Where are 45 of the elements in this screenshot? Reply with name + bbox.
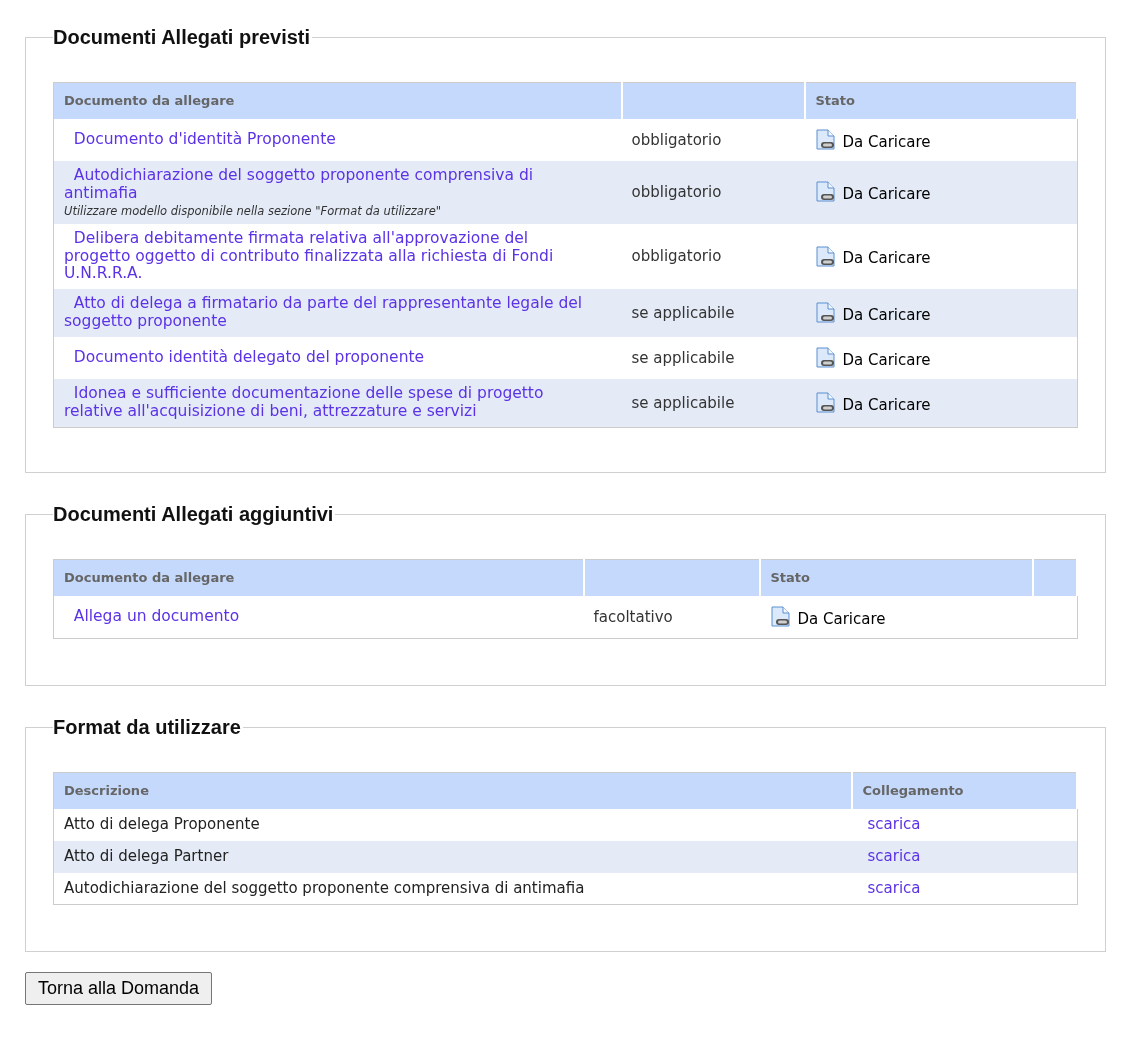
format-description: Atto di delega Proponente — [64, 815, 260, 834]
requirement-text: obbligatorio — [631, 130, 722, 149]
status-text: Da Caricare — [842, 184, 931, 206]
requirement-text: se applicabile — [631, 303, 735, 322]
document-link[interactable]: Delibera debitamente firmata relativa all'approvazione del progetto oggetto di contributo finalizzata alla richiesta di Fondi U.N.R.R.A. — [64, 229, 598, 284]
download-link[interactable]: scarica — [867, 879, 921, 898]
column-header: Stato — [804, 82, 1077, 119]
column-header: Documento da allegare — [53, 82, 622, 119]
attachment-icon — [814, 392, 837, 415]
attachment-icon — [769, 605, 792, 628]
attachment-icon — [814, 181, 837, 204]
status-text: Da Caricare — [842, 394, 931, 416]
column-header: Documento da allegare — [53, 559, 584, 596]
format-description: Autodichiarazione del soggetto proponente comprensiva di antimafia — [64, 879, 585, 898]
column-header: Descrizione — [53, 772, 852, 809]
document-link[interactable]: Documento d'identità Proponente — [64, 130, 598, 149]
status-text: Da Caricare — [842, 131, 931, 153]
status-text: Da Caricare — [842, 248, 931, 270]
column-header: Stato — [759, 559, 1033, 596]
section-title: Documenti Allegati aggiuntivi — [53, 502, 335, 528]
requirement-text: se applicabile — [631, 393, 735, 412]
status-text: Da Caricare — [842, 304, 931, 326]
download-link[interactable]: scarica — [867, 847, 921, 866]
document-link[interactable]: Documento identità delegato del proponente — [64, 349, 598, 368]
attachment-icon — [814, 128, 837, 151]
column-header: Collegamento — [851, 772, 1077, 809]
document-note: Utilizzare modello disponibile nella sezione "Format da utilizzare" — [64, 204, 442, 218]
download-link[interactable]: scarica — [867, 815, 921, 834]
format-description: Atto di delega Partner — [64, 847, 229, 866]
section-title: Format da utilizzare — [53, 715, 242, 741]
requirement-text: obbligatorio — [631, 247, 722, 266]
document-link[interactable]: Allega un documento — [64, 607, 560, 626]
requirement-text: facoltativo — [593, 607, 673, 626]
requirement-text: obbligatorio — [631, 183, 722, 202]
back-button[interactable]: Torna alla Domanda — [25, 972, 213, 1006]
document-link[interactable]: Autodichiarazione del soggetto proponente comprensiva di antimafia — [64, 167, 598, 203]
document-link[interactable]: Idonea e sufficiente documentazione delle spese di progetto relative all'acquisizione di beni, attrezzature e servizi — [64, 385, 598, 422]
attachment-icon — [814, 302, 837, 325]
requirement-text: se applicabile — [631, 348, 735, 367]
section-title: Documenti Allegati previsti — [53, 25, 312, 50]
status-text: Da Caricare — [842, 349, 931, 371]
document-link[interactable]: Atto di delega a firmatario da parte del rappresentante legale del soggetto proponente — [64, 295, 598, 331]
status-text: Da Caricare — [797, 608, 886, 630]
attachment-icon — [814, 245, 837, 268]
attachment-icon — [814, 347, 837, 370]
